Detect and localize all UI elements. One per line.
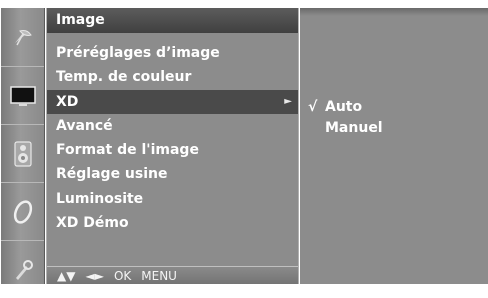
submenu-option-label: Manuel: [325, 120, 383, 136]
left-right-arrows-icon: ◄►: [85, 269, 104, 283]
menu-item-label: Préréglages d’image: [56, 45, 220, 61]
speaker-icon[interactable]: [1, 124, 44, 182]
category-icon-column: [1, 8, 45, 284]
tv-osd-screen: Image Préréglages d’image Temp. de coule…: [0, 0, 488, 284]
ok-hint: OK: [113, 269, 132, 283]
menu-item-xd-demo[interactable]: XD Démo: [47, 211, 298, 235]
menu-item-xd[interactable]: XD ►: [47, 89, 298, 114]
submenu-header-strip: [300, 8, 488, 16]
menu-item-advanced[interactable]: Avancé: [47, 114, 298, 138]
clock-icon[interactable]: [1, 182, 44, 240]
menu-hint: MENU: [141, 269, 177, 283]
navigation-hint-bar: ▲▼ ◄► OK MENU: [47, 266, 298, 284]
satellite-dish-icon[interactable]: [1, 8, 44, 66]
menu-item-label: XD: [56, 93, 79, 110]
menu-item-label: Temp. de couleur: [56, 69, 192, 86]
menu-item-label: Avancé: [56, 117, 113, 134]
menu-item-aspect-ratio[interactable]: Format de l'image: [47, 138, 298, 162]
screen-icon[interactable]: [1, 66, 44, 124]
menu-item-factory-reset[interactable]: Réglage usine: [47, 162, 298, 186]
menu-list: Préréglages d’image Temp. de couleur XD …: [47, 41, 298, 235]
menu-item-label: XD Démo: [56, 215, 129, 232]
menu-item-label: Format de l'image: [56, 142, 199, 159]
settings-icon[interactable]: [1, 240, 44, 298]
main-menu-panel: Image Préréglages d’image Temp. de coule…: [46, 8, 299, 284]
submenu-option-manual[interactable]: Manuel: [308, 118, 383, 139]
xd-submenu-panel: √ Auto Manuel: [300, 8, 488, 284]
submenu-list: √ Auto Manuel: [308, 97, 383, 139]
submenu-option-label: Auto: [325, 99, 363, 115]
up-down-arrows-icon: ▲▼: [57, 269, 76, 283]
submenu-arrow-icon: ►: [284, 95, 292, 107]
menu-item-color-temperature[interactable]: Temp. de couleur: [47, 65, 298, 89]
menu-item-label: Luminosite: [56, 190, 144, 207]
menu-item-brightness[interactable]: Luminosite: [47, 187, 298, 211]
submenu-option-auto[interactable]: √ Auto: [308, 97, 383, 118]
menu-title: Image: [47, 8, 298, 33]
checkmark-icon: √: [308, 99, 318, 115]
menu-item-label: Réglage usine: [56, 166, 168, 183]
menu-item-picture-presets[interactable]: Préréglages d’image: [47, 41, 298, 65]
